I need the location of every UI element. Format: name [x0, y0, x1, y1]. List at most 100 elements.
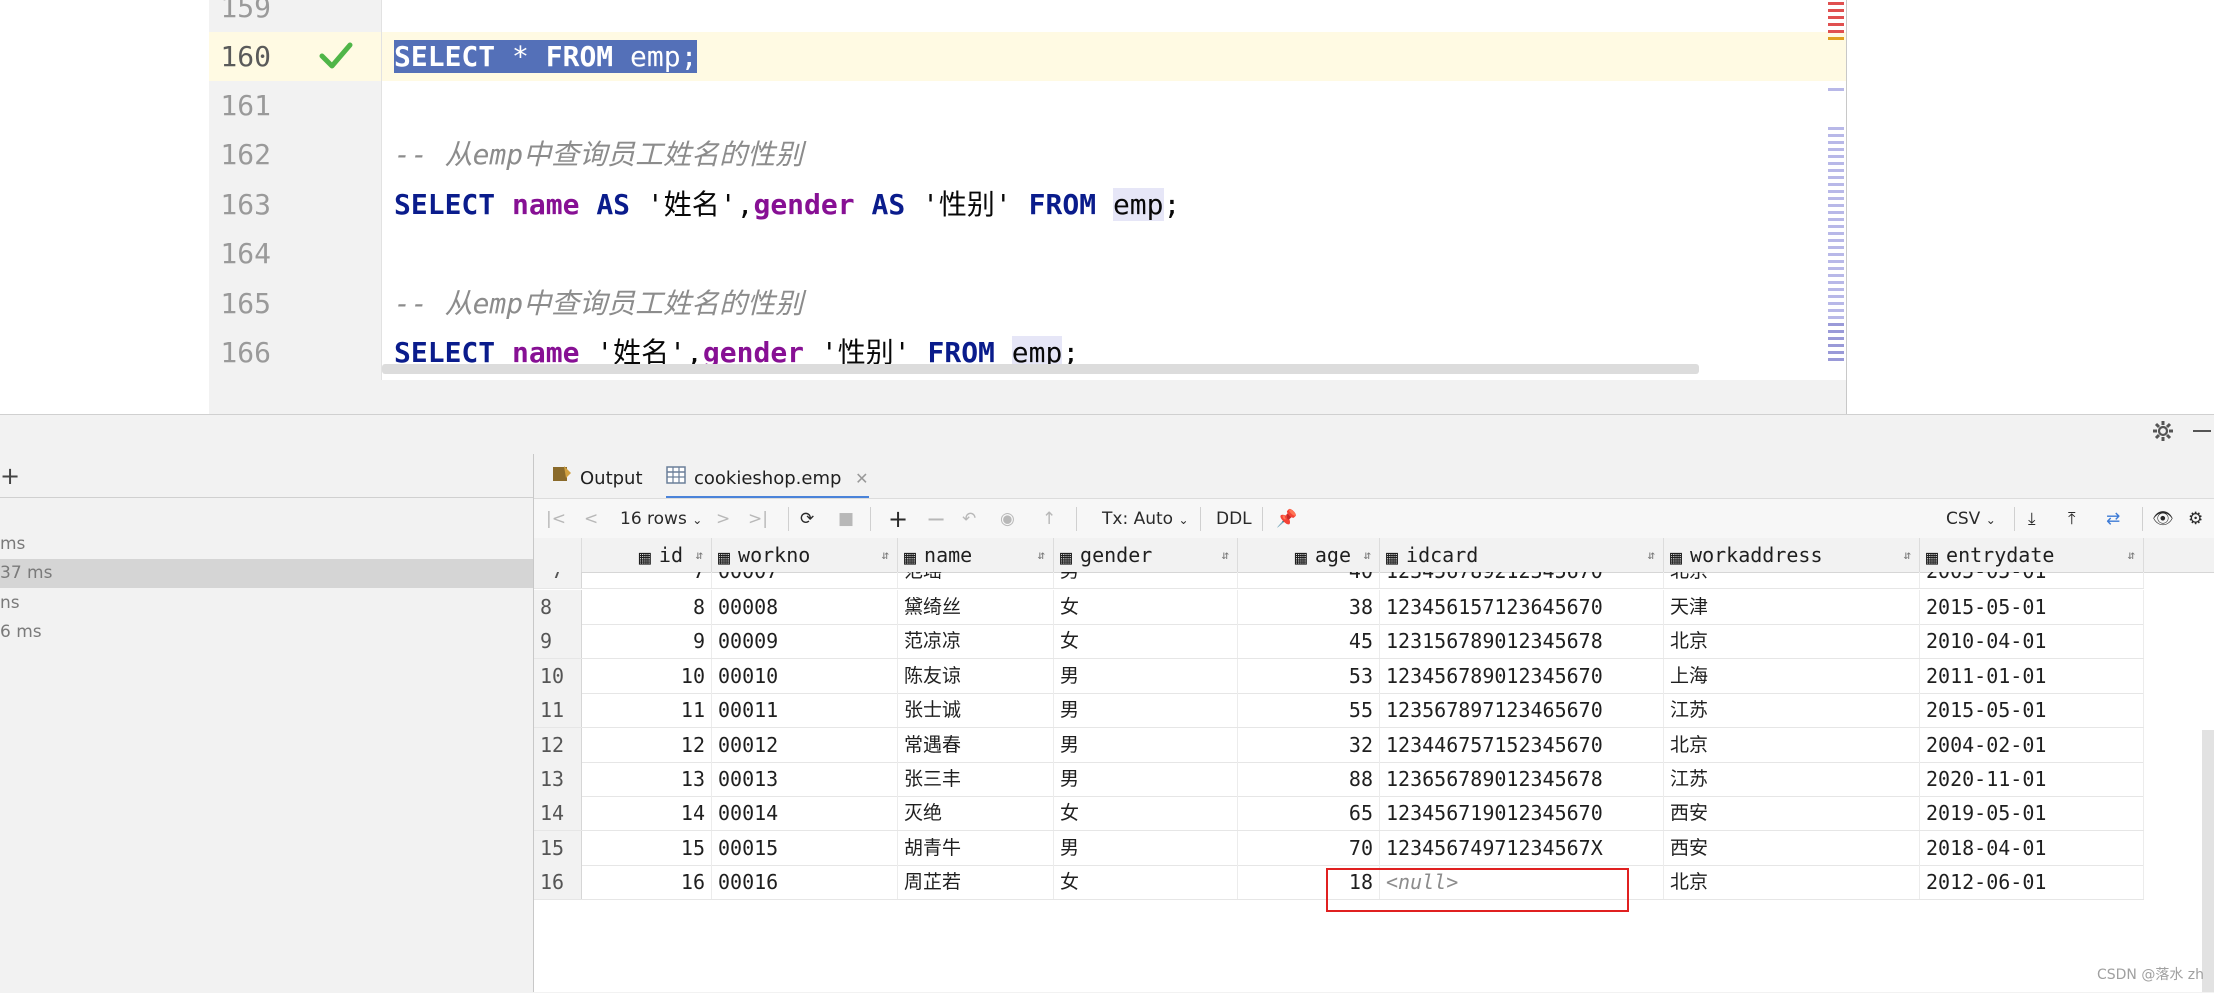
revert-icon[interactable]: ↶ [962, 499, 976, 539]
cell-id[interactable]: 7 [582, 572, 712, 588]
row-count-dropdown[interactable]: 16 rows ⌄ [620, 499, 702, 539]
cell-id[interactable]: 10 [582, 658, 712, 693]
cell-workaddress[interactable]: 江苏 [1664, 762, 1920, 796]
table-row[interactable]: 10 10 00010 陈友谅男 53 123456789012345670 上海 2011-… [534, 658, 2144, 694]
cell-id[interactable]: 12 [582, 727, 712, 762]
column-header-idcard[interactable]: ▦ idcard ⇵ [1380, 538, 1664, 572]
cell-workno[interactable]: 00012 [712, 727, 898, 762]
cell-name[interactable]: 常遇春 [898, 727, 1054, 762]
cell-idcard[interactable]: 123156789012345678 [1380, 624, 1664, 659]
first-page-icon[interactable]: |< [546, 499, 566, 539]
cell-workaddress[interactable]: 北京 [1664, 865, 1920, 900]
cell-id[interactable]: 13 [582, 762, 712, 796]
download-icon[interactable]: ⤓ [2028, 499, 2036, 539]
stop-icon[interactable]: ■ [838, 499, 854, 539]
horizontal-scrollbar[interactable] [382, 364, 1699, 374]
grid-settings-gear-icon[interactable]: ⚙ [2188, 499, 2203, 539]
sort-icon[interactable]: ⇵ [1648, 538, 1655, 572]
preview-changes-icon[interactable]: ◉ [1000, 499, 1015, 539]
cell-name[interactable]: 范凉凉 [898, 624, 1054, 659]
cell-workno[interactable]: 00016 [712, 865, 898, 900]
vertical-scrollbar[interactable] [2202, 730, 2214, 992]
tree-item[interactable]: 6 ms [0, 618, 533, 647]
cell-gender[interactable]: 女 [1054, 590, 1238, 624]
ddl-button[interactable]: DDL [1216, 499, 1252, 539]
add-icon[interactable]: + [0, 462, 20, 490]
upload-icon[interactable]: ⤒ [2068, 499, 2076, 539]
sql-editor[interactable]: 159 160 161 162 163 164 165 166 SELECT *… [0, 0, 2214, 414]
column-header-entrydate[interactable]: ▦ entrydate ⇵ [1920, 538, 2144, 572]
table-row[interactable]: 8 8 00008 黛绮丝女 38 123456157123645670 天津 2015-05… [534, 590, 2144, 625]
cell-id[interactable]: 16 [582, 865, 712, 900]
table-row[interactable]: 9 9 00009 范凉凉女 45 123156789012345678 北京 2010-04… [534, 624, 2144, 660]
cell-entrydate[interactable]: 2019-05-01 [1920, 796, 2144, 831]
cell-name[interactable]: 胡青牛 [898, 830, 1054, 865]
cell-id[interactable]: 11 [582, 693, 712, 728]
compare-icon[interactable]: ⇄ [2106, 499, 2120, 539]
cell-name[interactable]: 陈友谅 [898, 658, 1054, 693]
cell-name[interactable]: 张三丰 [898, 762, 1054, 796]
cell-age[interactable]: 70 [1238, 830, 1380, 865]
cell-workaddress[interactable]: 北京 [1664, 572, 1920, 588]
tree-item[interactable]: ms [0, 530, 533, 559]
tx-mode-dropdown[interactable]: Tx: Auto ⌄ [1102, 499, 1189, 539]
cell-entrydate[interactable]: 2005-05-01 [1920, 572, 2144, 588]
cell-entrydate[interactable]: 2011-01-01 [1920, 658, 2144, 693]
cell-gender[interactable]: 男 [1054, 693, 1238, 728]
cell-workno[interactable]: 00011 [712, 693, 898, 728]
cell-age[interactable]: 53 [1238, 658, 1380, 693]
cell-gender[interactable]: 男 [1054, 727, 1238, 762]
cell-name[interactable]: 灭绝 [898, 796, 1054, 831]
tab-cookieshop-emp[interactable]: cookieshop.emp ✕ [666, 462, 869, 499]
cell-idcard[interactable]: 123656789012345678 [1380, 762, 1664, 796]
cell-age[interactable]: 65 [1238, 796, 1380, 831]
cell-entrydate[interactable]: 2010-04-01 [1920, 624, 2144, 659]
cell-age[interactable]: 55 [1238, 693, 1380, 728]
cell-age[interactable]: 32 [1238, 727, 1380, 762]
cell-workno[interactable]: 00014 [712, 796, 898, 831]
cell-workaddress[interactable]: 北京 [1664, 624, 1920, 659]
settings-gear-icon[interactable] [2152, 420, 2174, 448]
column-header-gender[interactable]: ▦ gender ⇵ [1054, 538, 1238, 572]
pin-icon[interactable]: 📌 [1276, 499, 1297, 539]
table-row-partial[interactable]: 7 7 00007 范瑶 男 40 123456789212345670 北京 … [534, 572, 2144, 589]
tab-output[interactable]: Output [552, 462, 643, 496]
cell-entrydate[interactable]: 2012-06-01 [1920, 865, 2144, 900]
cell-idcard[interactable]: 123456789212345670 [1380, 572, 1664, 588]
cell-gender[interactable]: 男 [1054, 762, 1238, 796]
result-grid[interactable]: ▦ id ⇵ ▦ workno ⇵ ▦ name ⇵ ▦ gender ⇵ ▦ age ⇵ ▦ idc… [534, 538, 2214, 992]
code-area[interactable]: SELECT * FROM emp; -- 从emp中查询员工姓名的性别 SEL… [382, 0, 1847, 380]
next-page-icon[interactable]: > [716, 499, 730, 539]
cell-gender[interactable]: 男 [1054, 658, 1238, 693]
close-icon[interactable]: ✕ [855, 469, 868, 488]
cell-entrydate[interactable]: 2015-05-01 [1920, 693, 2144, 728]
cell-idcard[interactable]: 123456157123645670 [1380, 590, 1664, 624]
cell-workno[interactable]: 00008 [712, 590, 898, 624]
cell-idcard[interactable]: 123446757152345670 [1380, 727, 1664, 762]
cell-name[interactable]: 范瑶 [898, 572, 1054, 588]
table-row[interactable]: 13 13 00013 张三丰男 88 123656789012345678 江苏 2020-… [534, 762, 2144, 797]
sort-icon[interactable]: ⇵ [1038, 538, 1045, 572]
code-line-160[interactable]: SELECT * FROM emp; [394, 32, 698, 81]
cell-age[interactable]: 88 [1238, 762, 1380, 796]
cell-entrydate[interactable]: 2020-11-01 [1920, 762, 2144, 796]
cell-entrydate[interactable]: 2015-05-01 [1920, 590, 2144, 624]
refresh-icon[interactable]: ⟳ [800, 499, 814, 539]
tree-item-selected[interactable]: 37 ms [0, 559, 533, 588]
cell-idcard[interactable]: 123567897123465670 [1380, 693, 1664, 728]
sort-icon[interactable]: ⇵ [1364, 538, 1371, 572]
view-eye-icon[interactable]: 👁 [2152, 499, 2174, 539]
cell-workaddress[interactable]: 西安 [1664, 796, 1920, 831]
column-header-id[interactable]: ▦ id ⇵ [582, 538, 712, 572]
minimize-icon[interactable] [2190, 420, 2212, 448]
cell-workno[interactable]: 00015 [712, 830, 898, 865]
add-row-icon[interactable]: + [888, 499, 908, 539]
column-header-age[interactable]: ▦ age ⇵ [1238, 538, 1380, 572]
tree-item[interactable]: ns [0, 589, 533, 618]
cell-workaddress[interactable]: 西安 [1664, 830, 1920, 865]
cell-workno[interactable]: 00013 [712, 762, 898, 796]
last-page-icon[interactable]: >| [748, 499, 768, 539]
code-line-165[interactable]: -- 从emp中查询员工姓名的性别 [394, 279, 803, 328]
sort-icon[interactable]: ⇵ [696, 538, 703, 572]
previous-page-icon[interactable]: < [584, 499, 598, 539]
